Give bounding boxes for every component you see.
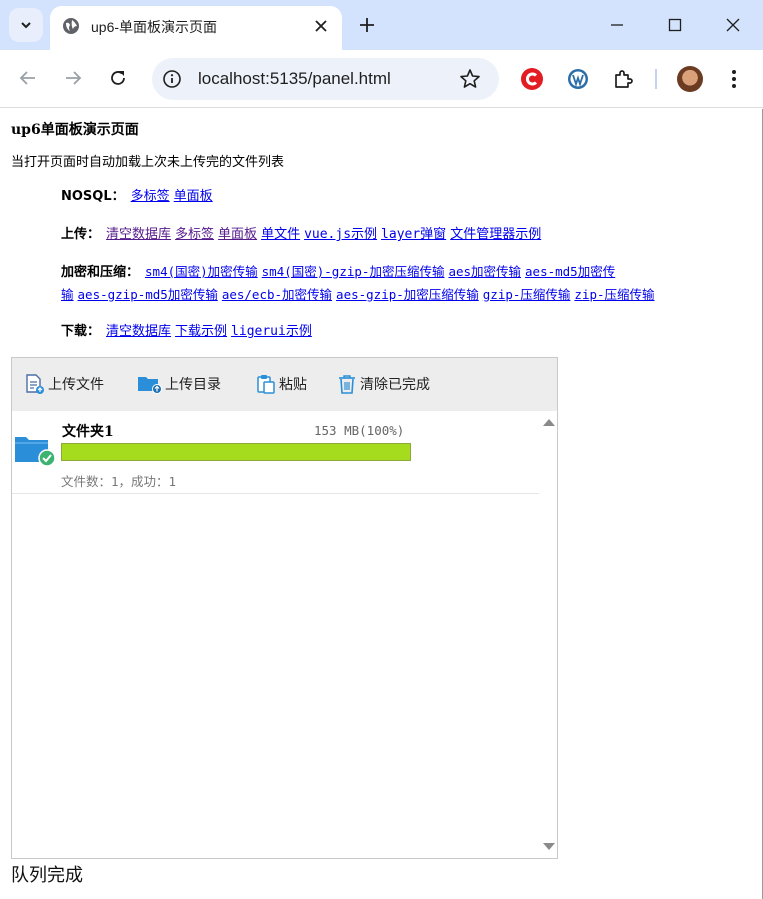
minimize-icon [611,24,623,26]
encrypt-links-row-2: 输 aes-gzip-md5加密传输 aes/ecb-加密传输 aes-gzip-加密… [61,284,659,303]
link-download-clear-db[interactable]: 清空数据库 [106,324,171,339]
trash-icon [339,375,355,394]
clear-completed-button[interactable]: 清除已完成 [336,373,430,395]
tab-title: up6-单面板演示页面 [91,19,218,35]
link-upload-file-manager[interactable]: 文件管理器示例 [450,227,541,242]
link-aes-ecb[interactable]: aes/ecb-加密传输 [222,287,332,302]
close-icon [315,20,327,32]
scroll-down-arrow[interactable] [543,843,555,850]
arrow-right-icon [66,71,82,85]
link-aes-gzip[interactable]: aes-gzip-加密压缩传输 [336,287,479,302]
reload-button[interactable] [105,65,131,91]
tab-search-button[interactable] [9,8,43,42]
site-info-icon[interactable] [162,69,182,89]
new-tab-button[interactable] [356,14,378,36]
wordpress-icon[interactable] [566,67,590,91]
back-button[interactable] [15,65,41,91]
page-description: 当打开页面时自动加载上次未上传完的文件列表 [11,155,285,170]
active-tab[interactable]: up6-单面板演示页面 [50,6,342,50]
profile-avatar[interactable] [677,66,703,92]
address-bar[interactable]: localhost:5135/panel.html [152,58,499,100]
window-close-button[interactable] [722,14,744,36]
more-vert-icon [732,70,736,88]
link-aes[interactable]: aes加密传输 [448,264,521,279]
folder-success-icon [15,437,56,467]
upload-folder-label: 上传目录 [165,377,221,393]
download-label: 下载： [61,324,101,339]
panel-scrollbar[interactable] [539,411,557,858]
maximize-button[interactable] [664,14,686,36]
upload-links-row: 上传： 清空数据库 多标签 单面板 单文件 vue.js示例 layer弹窗 文件管理器示例 [61,223,545,242]
chevron-down-icon [21,22,31,29]
page-content: up6单面板演示页面 当打开页面时自动加载上次未上传完的文件列表 NOSQL： 多… [0,109,763,899]
queue-status: 队列完成 [11,865,83,886]
link-gzip[interactable]: gzip-压缩传输 [483,287,571,302]
link-upload-multi-tab[interactable]: 多标签 [175,227,214,242]
link-sm4-gzip[interactable]: sm4(国密)-gzip-加密压缩传输 [262,264,445,279]
paste-icon [257,375,275,394]
download-links-row: 下载： 清空数据库 下载示例 ligerui示例 [61,320,316,339]
maximize-icon [668,18,682,32]
link-upload-single-panel[interactable]: 单面板 [218,227,257,242]
nosql-label: NOSQL： [61,189,125,204]
link-aes-md5-cont[interactable]: 输 [61,287,74,302]
file-name: 文件夹1 [62,424,114,440]
progress-bar [61,443,411,461]
close-icon [726,18,740,32]
upload-file-button[interactable]: 上传文件 [24,373,104,395]
paste-label: 粘贴 [279,377,307,393]
encrypt-links-row: 加密和压缩： sm4(国密)加密传输 sm4(国密)-gzip-加密压缩传输 aes加… [61,261,619,280]
toolbar-separator [655,69,657,89]
page-title: up6单面板演示页面 [11,122,139,138]
link-zip[interactable]: zip-压缩传输 [574,287,654,302]
clear-completed-label: 清除已完成 [360,377,430,393]
forward-button[interactable] [60,65,86,91]
tab-close-button[interactable] [312,17,330,35]
link-sm4[interactable]: sm4(国密)加密传输 [145,264,258,279]
plus-icon [360,18,374,32]
encrypt-label: 加密和压缩： [61,265,140,280]
panel-toolbar: 上传文件 上传目录 粘贴 清除已完成 [12,358,557,411]
scroll-up-arrow[interactable] [543,419,555,426]
link-aes-gzip-md5[interactable]: aes-gzip-md5加密传输 [78,287,218,302]
browser-toolbar: localhost:5135/panel.html [0,50,763,108]
link-upload-single-file[interactable]: 单文件 [261,227,300,242]
upload-folder-icon [138,377,162,394]
link-ligerui[interactable]: ligerui示例 [231,324,312,339]
url-text[interactable]: localhost:5135/panel.html [198,69,391,89]
link-upload-clear-db[interactable]: 清空数据库 [106,227,171,242]
paste-button[interactable]: 粘贴 [255,373,307,395]
browser-tab-bar: up6-单面板演示页面 [0,0,763,50]
link-nosql-single-panel[interactable]: 单面板 [174,189,213,204]
extension-c-icon[interactable] [520,67,544,91]
file-size-percent: 153 MB(100%) [314,423,405,438]
extensions-puzzle-icon[interactable] [611,67,635,91]
file-stats: 文件数：1，成功：1 [61,474,177,489]
reload-icon [111,71,125,85]
link-download-example[interactable]: 下载示例 [175,324,227,339]
link-upload-layer[interactable]: layer弹窗 [381,227,446,242]
file-list-item[interactable]: 文件夹1 153 MB(100%) 文件数：1，成功：1 [12,411,539,494]
progress-fill [62,444,410,460]
bookmark-star-icon[interactable] [459,68,481,90]
globe-icon [63,18,79,34]
link-aes-md5[interactable]: aes-md5加密传 [525,264,615,279]
link-nosql-multi-tab[interactable]: 多标签 [131,189,170,204]
upload-file-icon [26,374,44,394]
arrow-left-icon [19,71,35,85]
browser-menu-button[interactable] [724,67,744,91]
link-upload-vue[interactable]: vue.js示例 [304,227,377,242]
nosql-links-row: NOSQL： 多标签 单面板 [61,185,217,204]
upload-folder-button[interactable]: 上传目录 [137,373,221,395]
upload-file-label: 上传文件 [48,377,104,393]
minimize-button[interactable] [606,14,628,36]
upload-panel: 上传文件 上传目录 粘贴 清除已完成 文件夹1 153 MB(100%) 文件数… [11,357,558,859]
upload-label: 上传： [61,227,101,242]
